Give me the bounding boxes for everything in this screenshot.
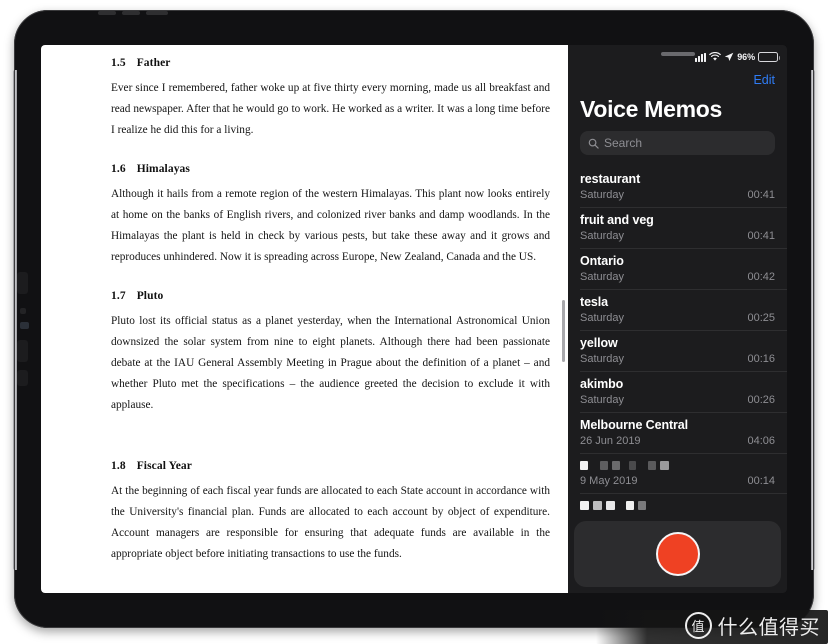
memo-date: Saturday: [580, 394, 625, 406]
record-button[interactable]: [655, 532, 700, 576]
section-number: 1.6: [111, 163, 126, 175]
memo-date: 26 Jun 2019: [580, 435, 641, 447]
watermark-logo: 值: [684, 612, 712, 639]
memo-meta: 9 May 2019 00:14: [580, 475, 775, 487]
memo-title: Ontario: [580, 254, 624, 268]
section-number: 1.8: [111, 460, 126, 472]
memo-meta: Saturday 00:25: [580, 312, 775, 324]
memo-date: Saturday: [580, 353, 625, 365]
section-paragraph: Ever since I remembered, father woke up …: [111, 82, 550, 136]
memo-duration: 00:25: [747, 312, 775, 324]
memo-title: fruit and veg: [580, 213, 654, 227]
document-section: 1.6 Himalayas Although it hails from a re…: [111, 163, 550, 268]
section-title: Fiscal Year: [136, 460, 192, 472]
voice-memos-pane: 96% Edit Voice Memos Search restaurant S…: [568, 45, 787, 593]
location-arrow-icon: [725, 52, 734, 61]
list-item[interactable]: akimbo Saturday 00:26: [580, 372, 787, 413]
battery-icon: [758, 52, 780, 62]
left-edge-button-lower[interactable]: [17, 370, 28, 386]
pane-grabber-handle[interactable]: [660, 52, 695, 56]
document-section: 1.8 Fiscal Year At the beginning of each …: [111, 460, 550, 565]
volume-down-button[interactable]: [17, 340, 28, 362]
list-item[interactable]: Ontario Saturday 00:42: [580, 249, 787, 290]
battery-nub: [778, 56, 780, 60]
watermark-text: 什么值得买: [717, 615, 820, 639]
memo-title-redacted: [580, 459, 775, 472]
memo-duration: 00:14: [747, 475, 775, 487]
status-bar-icons: 96%: [695, 52, 780, 62]
section-title: Pluto: [136, 290, 164, 302]
search-input[interactable]: Search: [580, 131, 775, 155]
top-edge-mic-1: [98, 11, 116, 15]
list-item[interactable]: Melbourne Central 26 Jun 2019 04:06: [580, 413, 787, 454]
section-heading: 1.6 Himalayas: [111, 163, 550, 175]
memo-date: Saturday: [580, 271, 625, 283]
top-edge-power-button[interactable]: [146, 11, 168, 15]
wifi-icon: [709, 52, 722, 61]
memo-duration: 00:42: [747, 271, 775, 283]
section-title: Himalayas: [136, 163, 190, 175]
memo-meta: 26 Jun 2019 04:06: [580, 435, 775, 447]
memo-date: Saturday: [580, 189, 625, 201]
memo-title: Melbourne Central: [580, 418, 689, 432]
memo-list[interactable]: restaurant Saturday 00:41 fruit and veg …: [568, 167, 787, 517]
memo-meta: Saturday 00:26: [580, 394, 775, 406]
list-item[interactable]: tesla Saturday 00:25: [580, 290, 787, 331]
memo-title: restaurant: [580, 172, 641, 186]
section-heading: 1.7 Pluto: [111, 290, 550, 302]
section-paragraph: Pluto lost its official status as a plan…: [111, 315, 550, 411]
document-content: 1.5 Father Ever since I remembered, fathe…: [41, 45, 568, 565]
section-paragraph: At the beginning of each fiscal year fun…: [111, 485, 550, 560]
memo-title: yellow: [580, 336, 618, 350]
memo-title-redacted: [580, 499, 775, 512]
section-number: 1.5: [111, 57, 126, 69]
section-paragraph: Although it hails from a remote region o…: [111, 188, 550, 263]
section-heading: 1.8 Fiscal Year: [111, 460, 550, 472]
status-bar: 96%: [568, 45, 787, 67]
memo-date: 9 May 2019: [580, 475, 638, 487]
memo-duration: 00:16: [747, 353, 775, 365]
document-section: 1.5 Father Ever since I remembered, fathe…: [111, 57, 550, 141]
memo-duration: 04:06: [747, 435, 775, 447]
list-item[interactable]: restaurant Saturday 00:41: [580, 167, 787, 208]
memo-title: tesla: [580, 295, 608, 309]
search-icon: [588, 138, 599, 149]
memo-meta: Saturday 00:41: [580, 189, 775, 201]
record-bar: [574, 521, 781, 587]
watermark: 值 什么值得买: [684, 611, 821, 640]
tablet-screen: 1.5 Father Ever since I remembered, fathe…: [41, 45, 787, 593]
memo-duration: 00:26: [747, 394, 775, 406]
document-pane[interactable]: 1.5 Father Ever since I remembered, fathe…: [41, 45, 568, 593]
device-right-rail: [811, 70, 815, 570]
left-edge-mic: [20, 308, 26, 314]
list-item[interactable]: 9 May 2019 00:14: [580, 454, 787, 494]
list-item[interactable]: fruit and veg Saturday 00:41: [580, 208, 787, 249]
volume-up-button[interactable]: [17, 272, 28, 294]
search-placeholder: Search: [604, 136, 643, 150]
list-item[interactable]: [580, 494, 787, 517]
memo-date: Saturday: [580, 312, 625, 324]
edit-row: Edit: [568, 67, 787, 89]
section-heading: 1.5 Father: [111, 57, 550, 69]
edit-button[interactable]: Edit: [753, 73, 775, 87]
left-edge-connector: [20, 322, 29, 329]
device-left-rail: [13, 70, 17, 570]
page-title: Voice Memos: [580, 96, 722, 122]
memo-date: Saturday: [580, 230, 625, 242]
memo-meta: Saturday 00:16: [580, 353, 775, 365]
list-item[interactable]: yellow Saturday 00:16: [580, 331, 787, 372]
memo-duration: 00:41: [747, 189, 775, 201]
document-section: 1.7 Pluto Pluto lost its official status …: [111, 290, 550, 416]
cellular-signal-icon: [695, 52, 707, 62]
battery-percentage: 96%: [737, 52, 755, 62]
memo-meta: Saturday 00:42: [580, 271, 775, 283]
memo-duration: 00:41: [747, 230, 775, 242]
top-edge-mic-2: [122, 11, 140, 15]
memo-title: akimbo: [580, 377, 624, 391]
section-number: 1.7: [111, 290, 126, 302]
memo-meta: Saturday 00:41: [580, 230, 775, 242]
document-scrollbar[interactable]: [562, 300, 565, 362]
section-title: Father: [136, 57, 171, 69]
